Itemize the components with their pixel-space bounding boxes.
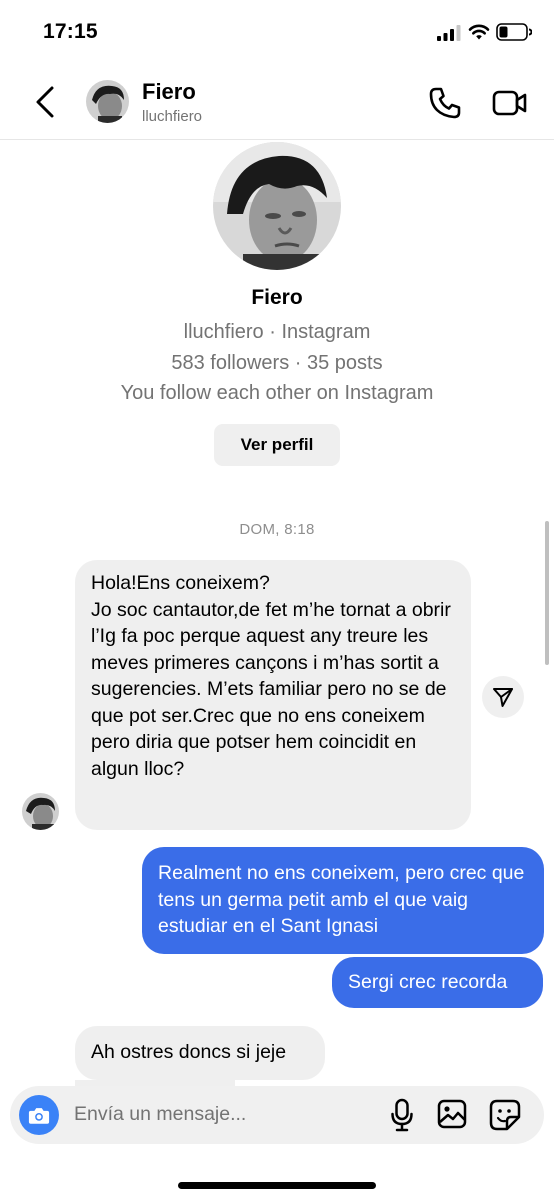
microphone-icon[interactable]	[390, 1098, 414, 1132]
status-bar: 17:15	[0, 0, 554, 62]
camera-icon	[28, 1107, 50, 1124]
profile-mutual-line: You follow each other on Instagram	[120, 382, 434, 404]
profile-avatar[interactable]	[213, 142, 341, 270]
camera-button[interactable]	[19, 1095, 59, 1135]
message-bubble-incoming[interactable]: Hola!Ens coneixem? Jo soc cantautor,de f…	[75, 560, 471, 830]
message-bubble-outgoing[interactable]: Realment no ens coneixem, pero crec que …	[142, 847, 544, 954]
message-text: Hola!Ens coneixem?	[91, 572, 270, 594]
back-icon[interactable]	[30, 84, 62, 120]
profile-username-line: lluchfiero · Instagram	[183, 321, 371, 343]
gallery-icon[interactable]	[437, 1099, 467, 1129]
battery-icon	[496, 23, 532, 41]
home-indicator	[178, 1182, 376, 1189]
phone-icon[interactable]	[428, 86, 462, 120]
thread-timestamp: DOM, 8:18	[239, 521, 315, 538]
chat-header: Fiero lluchfiero	[0, 64, 554, 140]
status-time: 17:15	[43, 20, 98, 43]
message-input[interactable]: Envía un mensaje...	[74, 1103, 246, 1126]
profile-stats-line: 583 followers · 35 posts	[171, 352, 383, 374]
header-avatar[interactable]	[86, 80, 129, 123]
message-bubble-outgoing[interactable]: Sergi crec recorda	[332, 957, 543, 1008]
message-text: Jo soc cantautor,de fet m’he tornat a ob…	[91, 598, 451, 780]
contact-username[interactable]: lluchfiero	[142, 108, 202, 125]
video-camera-icon[interactable]	[492, 88, 528, 118]
scrollbar[interactable]	[545, 521, 549, 665]
profile-name: Fiero	[251, 286, 303, 309]
wifi-icon	[468, 24, 490, 40]
cellular-signal-icon	[437, 25, 461, 41]
send-icon	[493, 688, 513, 707]
sticker-icon[interactable]	[489, 1099, 521, 1131]
message-bubble-incoming[interactable]: Ah ostres doncs si jeje	[75, 1026, 325, 1080]
share-message-button[interactable]	[482, 676, 524, 718]
sender-avatar[interactable]	[22, 793, 59, 830]
contact-name[interactable]: Fiero	[142, 79, 196, 105]
view-profile-button[interactable]: Ver perfil	[214, 424, 340, 466]
message-composer: Envía un mensaje...	[10, 1086, 544, 1144]
